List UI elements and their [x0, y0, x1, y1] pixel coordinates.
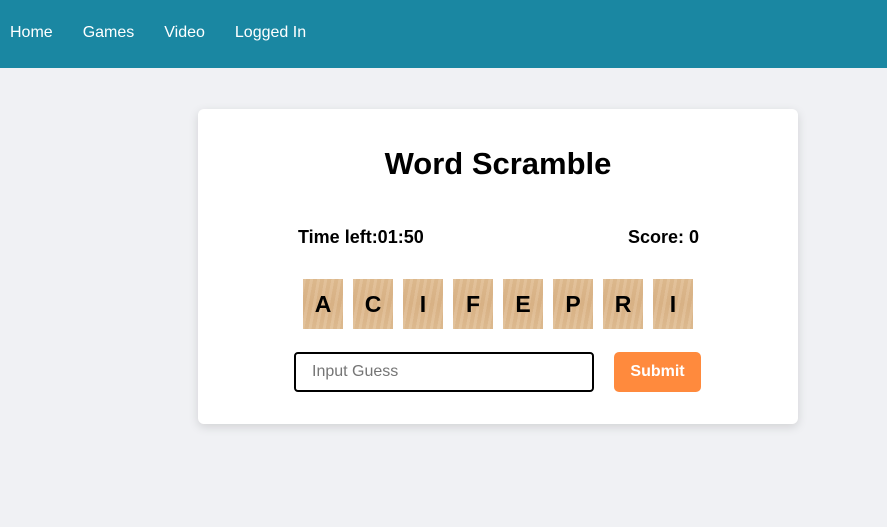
letter-tile[interactable]: I — [403, 279, 443, 329]
letter-tile[interactable]: R — [603, 279, 643, 329]
nav-link-games[interactable]: Games — [83, 25, 135, 41]
nav-link-logged-in[interactable]: Logged In — [235, 25, 306, 41]
top-navbar: Home Games Video Logged In — [0, 0, 887, 68]
game-title: Word Scramble — [384, 146, 612, 181]
score-label: Score: 0 — [627, 227, 699, 247]
letter-tile[interactable]: I — [653, 279, 693, 329]
letter-tiles: A C I F E P R I — [303, 279, 703, 329]
submit-button[interactable]: Submit — [614, 352, 701, 392]
nav-link-video[interactable]: Video — [164, 25, 205, 41]
letter-tile[interactable]: C — [353, 279, 393, 329]
nav-link-home[interactable]: Home — [10, 25, 53, 41]
letter-tile[interactable]: P — [553, 279, 593, 329]
guess-input[interactable] — [294, 352, 594, 392]
game-card: Word Scramble Time left:01:50 Score: 0 A… — [198, 109, 798, 424]
time-left-label: Time left:01:50 — [298, 227, 424, 247]
letter-tile[interactable]: E — [503, 279, 543, 329]
letter-tile[interactable]: F — [453, 279, 493, 329]
letter-tile[interactable]: A — [303, 279, 343, 329]
